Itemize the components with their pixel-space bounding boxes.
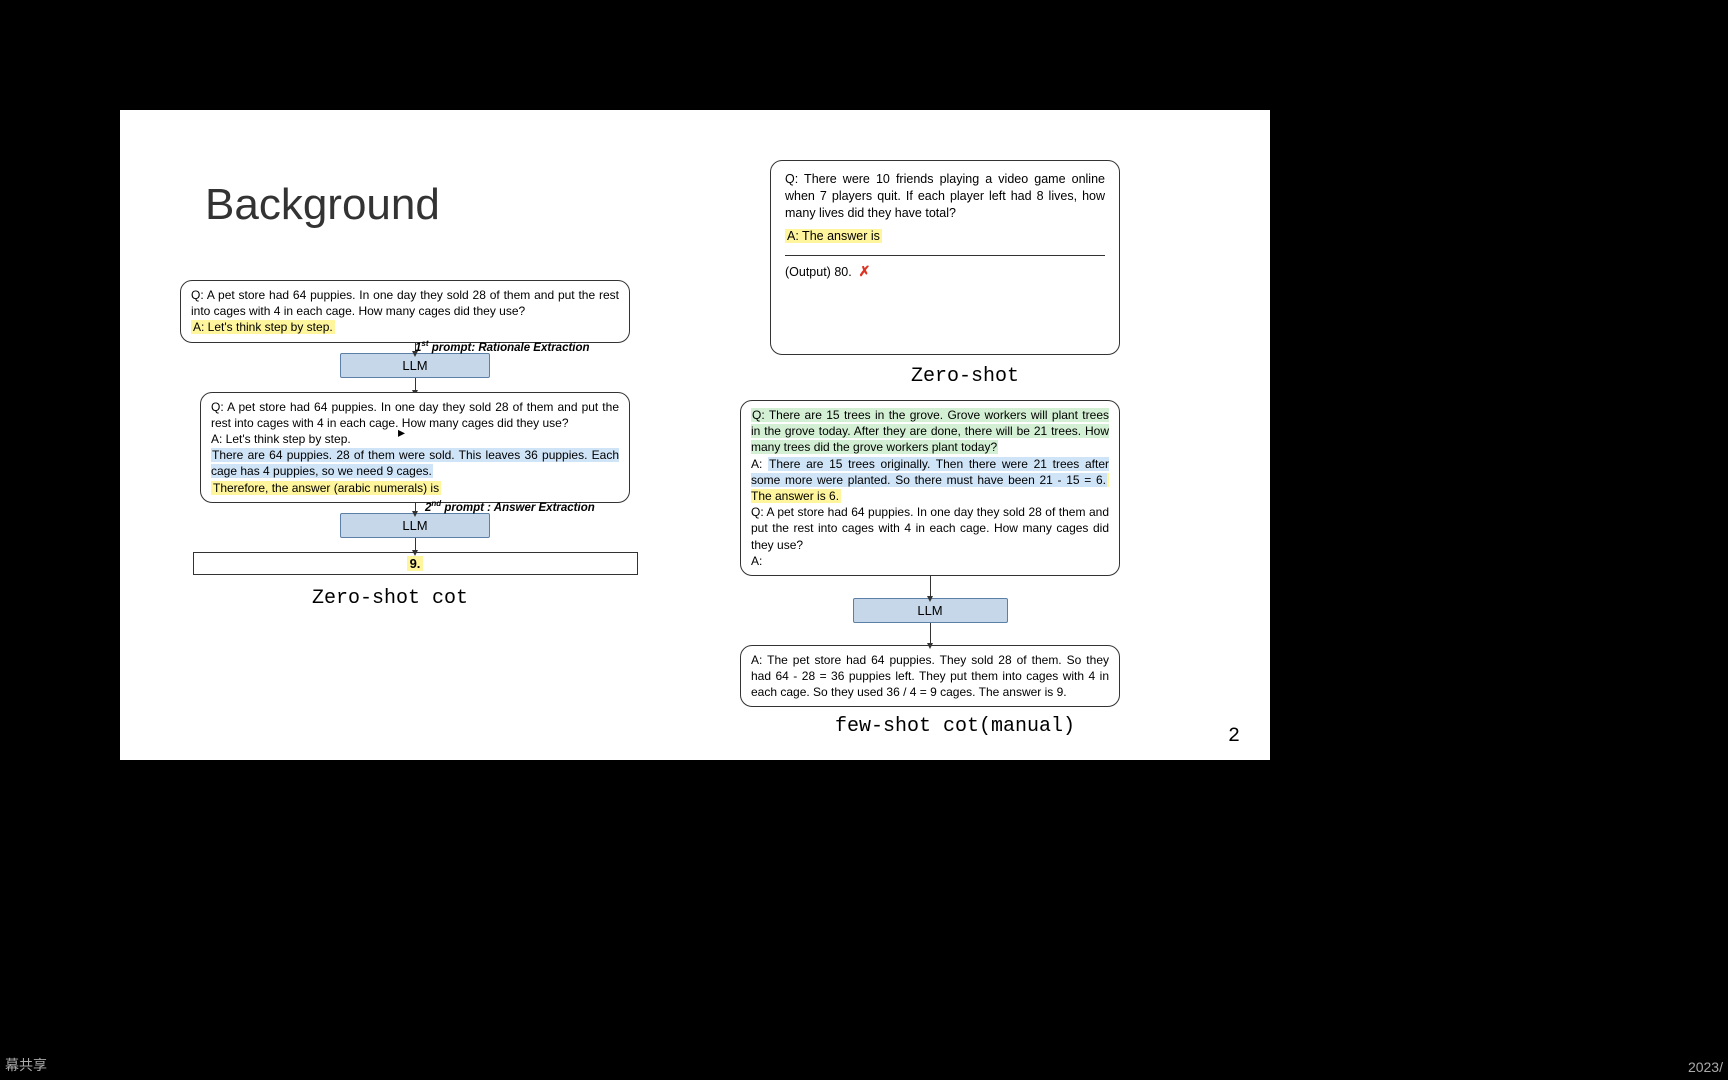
- arrow-icon: [415, 538, 416, 552]
- prompt1-label: 1st prompt: Rationale Extraction: [415, 339, 590, 354]
- page-number: 2: [1228, 725, 1240, 748]
- zs-caption: Zero-shot: [810, 365, 1120, 388]
- divider: [785, 255, 1105, 256]
- zsc-final-answer: 9.: [407, 556, 424, 571]
- fsc-q2: Q: A pet store had 64 puppies. In one da…: [751, 505, 1109, 551]
- zsc-mid-box: Q: A pet store had 64 puppies. In one da…: [200, 392, 630, 503]
- zs-output: (Output) 80.: [785, 265, 852, 279]
- zsc-caption: Zero-shot cot: [130, 587, 650, 610]
- cross-icon: ✗: [859, 263, 871, 279]
- zsc-a2: A: Let's think step by step.: [211, 432, 351, 446]
- fsc-output-a: A: The pet store had 64 puppies. They so…: [751, 653, 1109, 699]
- zeroshot-cot-column: Q: A pet store had 64 puppies. In one da…: [180, 270, 650, 610]
- arrow-icon: [930, 623, 931, 645]
- zsc-a1: A: Let's think step by step.: [191, 320, 335, 334]
- fsc-input-box: Q: There are 15 trees in the grove. Grov…: [740, 400, 1120, 576]
- zs-a: A: The answer is: [785, 229, 882, 243]
- fsc-a2: A:: [751, 554, 762, 568]
- footer-right-text: 2023/: [1688, 1059, 1723, 1075]
- zs-q: Q: There were 10 friends playing a video…: [785, 171, 1105, 222]
- arrow-icon: [415, 378, 416, 392]
- fsc-caption: few-shot cot(manual): [790, 715, 1120, 738]
- zs-box: Q: There were 10 friends playing a video…: [770, 160, 1120, 355]
- arrow-icon: [415, 503, 416, 513]
- zsc-therefore: Therefore, the answer (arabic numerals) …: [211, 481, 441, 495]
- fsc-a1-pre: A:: [751, 457, 768, 471]
- diagram-area: Q: A pet store had 64 puppies. In one da…: [160, 270, 1230, 750]
- zs-output-row: (Output) 80. ✗: [785, 262, 1105, 281]
- zsc-input-box: Q: A pet store had 64 puppies. In one da…: [180, 280, 630, 343]
- zeroshot-column: Q: There were 10 friends playing a video…: [770, 160, 1120, 388]
- footer-left-text: 幕共享: [5, 1055, 47, 1075]
- zsc-q1: Q: A pet store had 64 puppies. In one da…: [191, 288, 619, 318]
- zsc-reasoning: There are 64 puppies. 28 of them were so…: [211, 448, 619, 478]
- fsc-output-box: A: The pet store had 64 puppies. They so…: [740, 645, 1120, 708]
- fewshot-column: Q: There are 15 trees in the grove. Grov…: [740, 400, 1120, 738]
- slide: Background Q: A pet store had 64 puppies…: [120, 110, 1270, 760]
- fsc-q1: Q: There are 15 trees in the grove. Grov…: [751, 408, 1109, 454]
- fsc-a1: There are 15 trees originally. Then ther…: [751, 457, 1109, 487]
- cursor-icon: ▸: [398, 423, 405, 442]
- arrow-icon: [930, 576, 931, 598]
- prompt2-label: 2nd prompt : Answer Extraction: [425, 499, 595, 514]
- zsc-q2: Q: A pet store had 64 puppies. In one da…: [211, 400, 619, 430]
